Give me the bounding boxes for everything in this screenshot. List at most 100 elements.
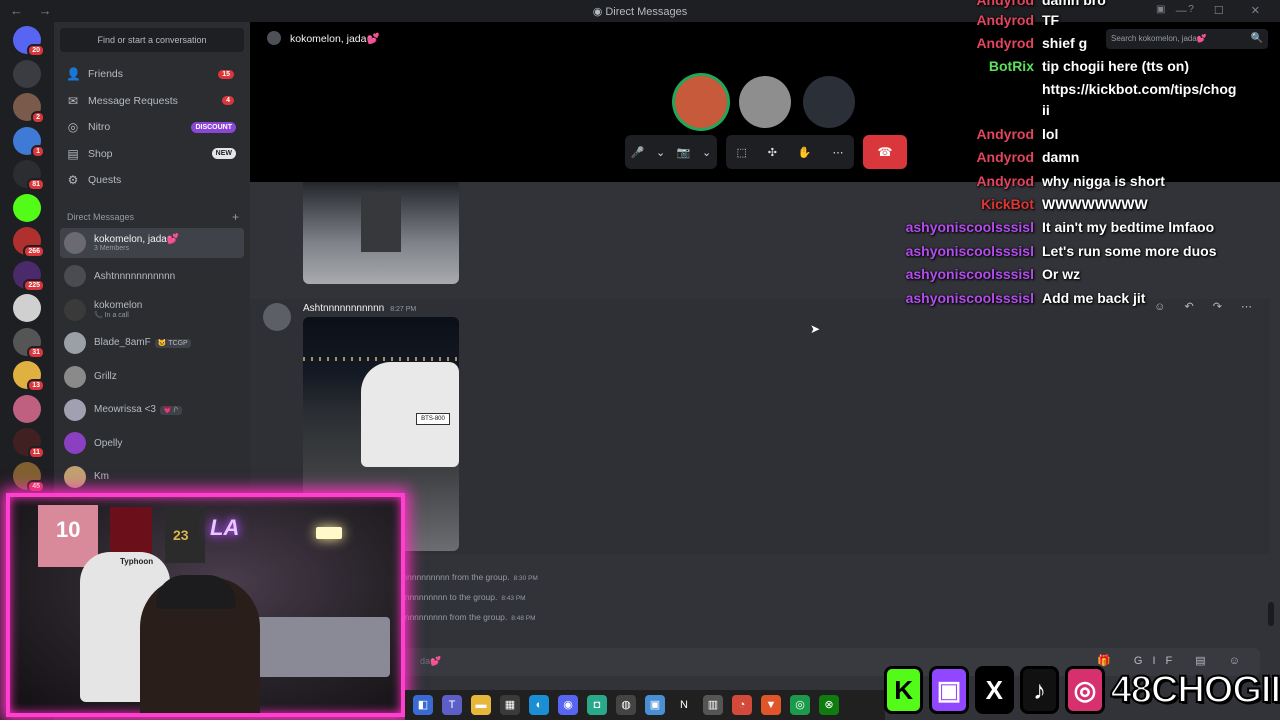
create-dm-icon[interactable]: + xyxy=(232,210,239,224)
dm-item-name: Meowrissa <3 xyxy=(94,404,156,415)
avatar xyxy=(64,465,86,488)
call-participant-avatar[interactable] xyxy=(675,76,727,128)
nav-item-message-requests[interactable]: ✉ Message Requests 4 xyxy=(60,89,244,113)
screen-share-icon[interactable]: ⬚ xyxy=(736,146,746,159)
server-icon[interactable]: 45 xyxy=(13,461,45,493)
message-author[interactable]: Ashtnnnnnnnnnnn xyxy=(303,303,384,314)
message-time: 8:27 PM xyxy=(390,306,417,313)
camera-off-icon[interactable]: 📷 xyxy=(677,146,691,159)
status-pill: NEW xyxy=(211,148,236,160)
dm-item[interactable]: Grillz xyxy=(60,362,244,392)
obs-icon[interactable]: ◍ xyxy=(616,695,636,715)
chat-message: ashyoniscoolsssisl It ain't my bedtime lm… xyxy=(890,219,1215,235)
server-icon[interactable]: 225 xyxy=(13,260,45,292)
app3-icon[interactable]: ▣ xyxy=(645,695,665,715)
chevron-down-icon[interactable]: ⌄ xyxy=(702,146,711,159)
chevron-down-icon[interactable]: ⌄ xyxy=(656,146,665,159)
server-badge: 45 xyxy=(27,479,45,493)
server-icon[interactable]: 20 xyxy=(13,26,45,57)
dm-item[interactable]: Meowrissa <3 💗 /ᐠ xyxy=(60,395,244,425)
audio-video-controls[interactable]: 🎤 ⌄ 📷 ⌄ xyxy=(625,135,717,169)
brave-icon[interactable]: ▼ xyxy=(761,695,781,715)
app-icon[interactable]: ◧ xyxy=(413,695,433,715)
nav-item-nitro[interactable]: ◎ Nitro DISCOUNT xyxy=(60,115,244,139)
avatar[interactable] xyxy=(263,303,291,331)
mouse-cursor-icon: ➤ xyxy=(810,322,821,336)
dm-item[interactable]: kokomelon, jada💕 3 Members xyxy=(60,228,244,258)
more-icon[interactable]: ⋯ xyxy=(833,146,844,159)
system-message-time: 8:48 PM xyxy=(511,615,536,622)
kick-icon: K xyxy=(884,666,924,714)
server-icon[interactable]: 266 xyxy=(13,227,45,258)
server-icon[interactable] xyxy=(13,294,41,322)
dm-item[interactable]: Blade_8amF 🐱 TCGP xyxy=(60,328,244,358)
dm-item-status: 📞 In a call xyxy=(94,312,129,320)
server-icon[interactable]: 2 xyxy=(13,93,45,124)
system-message: nnnnnnnnnn from the group. 8:48 PM xyxy=(400,612,536,622)
chat-text: Let's run some more duos xyxy=(1042,243,1217,259)
dm-item-name-line: Blade_8amF 🐱 TCGP xyxy=(94,337,191,349)
server-icon[interactable]: 11 xyxy=(13,428,45,459)
app2-icon[interactable]: ◘ xyxy=(587,695,607,715)
edge-icon[interactable]: ◐ xyxy=(529,695,549,715)
friends-icon: 👤 xyxy=(66,67,81,81)
system-message-text: tnnnnnnnnnn from the group. xyxy=(400,572,510,582)
avatar xyxy=(64,298,86,321)
chat-username: Andyrod xyxy=(976,35,1034,51)
chat-message: Andyrod why nigga is short xyxy=(890,173,1164,189)
server-icon[interactable] xyxy=(13,59,41,88)
scrollbar[interactable] xyxy=(1268,602,1274,626)
soundboard-icon[interactable]: ✋ xyxy=(798,146,812,159)
system-message: tnnnnnnnnnn from the group. 8:30 PM xyxy=(400,572,538,582)
app4-icon[interactable]: ▥ xyxy=(703,695,723,715)
discord-icon[interactable]: ◉ xyxy=(558,695,578,715)
nav-item-shop[interactable]: ▤ Shop NEW xyxy=(60,142,244,166)
chat-message: Andyrod damn bro xyxy=(890,0,1105,8)
server-tag: 💗 /ᐠ xyxy=(159,406,182,415)
chrome-icon[interactable]: ◔ xyxy=(732,695,752,715)
dm-item-status: 3 Members xyxy=(94,245,130,252)
chat-username: Andyrod xyxy=(976,126,1034,142)
x-icon: X xyxy=(974,666,1014,714)
find-conversation-button[interactable]: Find or start a conversation xyxy=(60,28,244,52)
dm-item-name: Blade_8amF xyxy=(94,337,151,349)
neon-sign: LA xyxy=(210,515,240,540)
call-participant-avatar[interactable] xyxy=(803,76,855,128)
nav-item-friends[interactable]: 👤 Friends 15 xyxy=(60,62,244,86)
chat-username: KickBot xyxy=(981,196,1034,212)
dm-item-text: Opelly xyxy=(94,438,122,449)
server-icon[interactable]: 31 xyxy=(13,327,45,359)
nav-item-quests[interactable]: ⚙ Quests xyxy=(60,168,244,192)
image-attachment-1[interactable] xyxy=(303,182,459,284)
chair-brand: Typhoon xyxy=(120,557,154,566)
server-badge: 1 xyxy=(31,144,45,158)
store-icon[interactable]: ▦ xyxy=(500,695,520,715)
server-tag: 🐱 TCGP xyxy=(154,339,191,349)
server-icon[interactable] xyxy=(13,193,41,222)
app5-icon[interactable]: ◎ xyxy=(790,695,810,715)
avatar xyxy=(64,432,86,455)
dm-item-name-line: Meowrissa <3 💗 /ᐠ xyxy=(94,404,182,416)
dm-item[interactable]: kokomelon 📞 In a call xyxy=(60,295,244,325)
dm-item[interactable]: Ashtnnnnnnnnnnn xyxy=(60,261,244,291)
dm-item[interactable]: Km xyxy=(60,462,244,492)
xbox-icon[interactable]: ⊗ xyxy=(819,695,839,715)
activities-icon[interactable]: ✣ xyxy=(768,146,777,159)
netflix-icon[interactable]: N xyxy=(674,695,694,715)
group-dm-icon xyxy=(267,31,281,45)
folder-icon[interactable]: ▬ xyxy=(471,695,491,715)
instagram-icon: ◎ xyxy=(1065,666,1105,714)
server-icon[interactable] xyxy=(13,394,41,423)
activity-controls[interactable]: ⬚ ✣ ✋ ⋯ xyxy=(726,135,854,169)
teams-icon[interactable]: T xyxy=(442,695,462,715)
dm-item[interactable]: Opelly xyxy=(60,428,244,458)
chat-username: ashyoniscoolsssisl xyxy=(905,290,1034,306)
chat-text: TF xyxy=(1042,12,1060,28)
server-icon[interactable]: 81 xyxy=(13,160,45,191)
server-icon[interactable]: 1 xyxy=(13,126,45,158)
microphone-icon[interactable]: 🎤 xyxy=(631,146,645,159)
avatar xyxy=(64,332,86,355)
server-icon[interactable]: 13 xyxy=(13,361,45,392)
dm-item-text: Grillz xyxy=(94,371,117,382)
call-participant-avatar[interactable] xyxy=(739,76,791,128)
